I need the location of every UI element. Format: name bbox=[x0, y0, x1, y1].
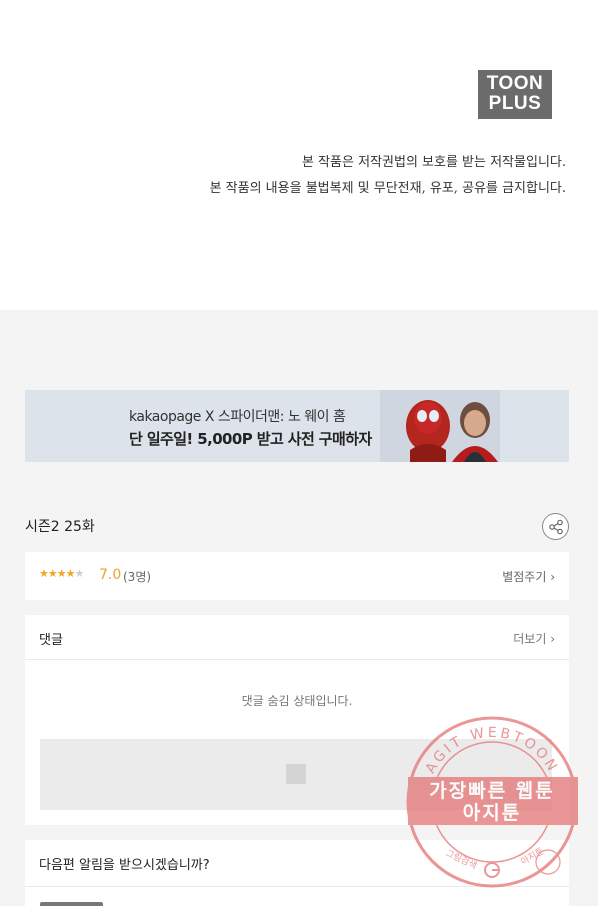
banner-line1: kakaopage X 스파이더맨: 노 웨이 홈 bbox=[129, 409, 346, 425]
rating-score: 7.0 bbox=[99, 567, 122, 583]
star-icon: ★ bbox=[47, 567, 58, 580]
rating-count: (3명) bbox=[123, 570, 152, 584]
rate-button[interactable]: 별점주기 › bbox=[502, 568, 555, 585]
notify-toggle-icon bbox=[535, 849, 561, 875]
star-icon: ★ bbox=[56, 567, 67, 580]
watermark-line1: 가장빠른 웹툰 bbox=[429, 780, 555, 802]
notify-label: 다음편 알림을 받으시겠습니까? bbox=[39, 858, 210, 873]
copyright-notice: 본 작품은 저작권법의 보호를 받는 저작물입니다. 본 작품의 내용을 불법복… bbox=[210, 150, 566, 202]
rating-card: ★★★★★ 7.0 (3명) 별점주기 › bbox=[25, 552, 569, 600]
comment-placeholder-icon bbox=[286, 764, 306, 784]
copyright-line2: 본 작품의 내용을 불법복제 및 무단전재, 유포, 공유를 금지합니다. bbox=[209, 181, 566, 196]
comments-header: 댓글 더보기 › bbox=[25, 615, 569, 660]
logo-line1: TOON bbox=[486, 73, 544, 94]
episode-title: 시즌2 25화 bbox=[25, 519, 95, 535]
comments-more-link[interactable]: 더보기 › bbox=[513, 630, 555, 647]
next-episode-thumbnail[interactable] bbox=[40, 902, 103, 906]
watermark-stamp: AGIT WEBTOON 가장빠른 웹툰 아지툰 그림검색 아지툰 bbox=[406, 716, 578, 888]
comments-label: 댓글 bbox=[39, 633, 63, 648]
toonplus-logo: TOON PLUS bbox=[478, 70, 552, 119]
watermark-line2: 아지툰 bbox=[463, 802, 521, 824]
copyright-line1: 본 작품은 저작권법의 보호를 받는 저작물입니다. bbox=[302, 155, 566, 170]
episode-end-area: TOON PLUS 본 작품은 저작권법의 보호를 받는 저작물입니다. 본 작… bbox=[0, 0, 598, 310]
rating-stars: ★★★★★ bbox=[39, 567, 85, 580]
promo-banner[interactable]: kakaopage X 스파이더맨: 노 웨이 홈 단 일주일! 5,000P … bbox=[25, 390, 569, 462]
star-empty-icon: ★ bbox=[74, 567, 85, 580]
star-icon: ★ bbox=[39, 567, 49, 580]
share-button[interactable] bbox=[542, 513, 569, 540]
banner-hero-image bbox=[380, 390, 500, 462]
watermark-bottom-right: 아지툰 bbox=[519, 846, 546, 868]
star-half-icon: ★ bbox=[65, 567, 76, 580]
share-icon bbox=[549, 519, 563, 535]
google-icon bbox=[484, 862, 500, 878]
comments-hidden-message: 댓글 숨김 상태입니다. bbox=[241, 694, 353, 708]
banner-line2: 단 일주일! 5,000P 받고 사전 구매하자 bbox=[129, 430, 372, 448]
logo-line2: PLUS bbox=[488, 93, 542, 114]
